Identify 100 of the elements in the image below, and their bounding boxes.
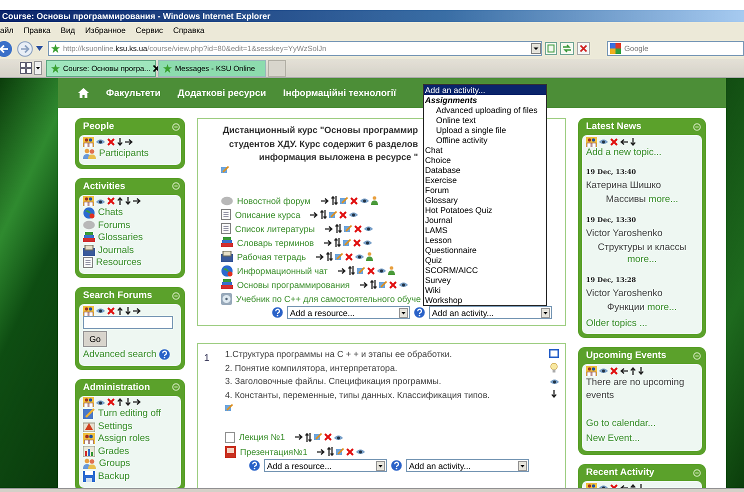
menu-item[interactable]: айл	[0, 26, 14, 34]
delete-icon[interactable]	[352, 238, 361, 247]
dropdown-option[interactable]: Lesson	[424, 235, 546, 245]
delete-icon[interactable]	[346, 448, 354, 456]
eye-icon[interactable]	[362, 239, 372, 246]
edit-icon[interactable]	[225, 404, 233, 412]
eye-icon[interactable]	[356, 448, 366, 456]
dropdown-option[interactable]: LAMS	[424, 225, 546, 235]
arrow-right-icon[interactable]	[295, 433, 304, 442]
block-link[interactable]: Grades	[98, 446, 130, 457]
delete-icon[interactable]	[107, 398, 115, 406]
arrow-right-icon[interactable]	[324, 224, 333, 233]
move-icon[interactable]	[305, 432, 312, 442]
figures-icon[interactable]	[83, 397, 94, 407]
resource-select[interactable]: Add a resource...	[287, 306, 410, 319]
dropdown-option[interactable]: Advanced uploading of files	[424, 105, 546, 115]
advanced-search-link[interactable]: Advanced search	[83, 348, 156, 360]
arrow-down-icon[interactable]	[125, 398, 131, 406]
arrow-down-icon[interactable]	[551, 390, 557, 398]
delete-icon[interactable]	[388, 280, 397, 289]
block-link[interactable]: Participants	[99, 148, 149, 159]
figures-icon[interactable]	[586, 136, 597, 146]
delete-icon[interactable]	[354, 224, 362, 233]
activity-link[interactable]: Рабочая тетрадь	[237, 252, 306, 262]
arrow-right-icon[interactable]	[338, 266, 346, 275]
quick-tabs-icon[interactable]	[20, 62, 32, 74]
arrow-left-icon[interactable]	[620, 366, 628, 374]
home-icon[interactable]	[78, 88, 89, 98]
events-link[interactable]: New Event...	[586, 431, 698, 446]
dropdown-option[interactable]: Forum	[424, 185, 546, 195]
activity-link[interactable]: Список литературы	[235, 224, 315, 234]
menu-item[interactable]: Правка	[24, 26, 51, 34]
arrow-right-icon[interactable]	[133, 398, 141, 406]
block-link[interactable]: Chats	[98, 207, 123, 218]
menu-item[interactable]: Справка	[173, 26, 204, 34]
events-link[interactable]: Go to calendar...	[586, 416, 698, 431]
eye-icon[interactable]	[96, 307, 105, 314]
menu-item[interactable]: Избранное	[85, 26, 126, 34]
block-link[interactable]: Turn editing off	[98, 408, 161, 420]
more-link[interactable]: more...	[627, 254, 657, 265]
caret-icon[interactable]	[34, 61, 42, 75]
arrow-down-icon[interactable]	[117, 138, 123, 146]
stop-icon[interactable]	[577, 42, 590, 55]
eye-icon[interactable]	[96, 138, 105, 145]
menu-item[interactable]: Вид	[60, 26, 76, 34]
delete-icon[interactable]	[107, 138, 115, 146]
move-icon[interactable]	[370, 280, 377, 290]
resource-select[interactable]: Add a resource...	[264, 459, 387, 472]
block-link[interactable]: Groups	[99, 458, 130, 470]
nav-link[interactable]: Факультети	[106, 88, 161, 98]
block-link[interactable]: Settings	[98, 420, 132, 432]
help-icon[interactable]	[391, 460, 402, 471]
figures-icon[interactable]	[83, 136, 94, 146]
move-icon[interactable]	[326, 252, 333, 262]
move-icon[interactable]	[330, 196, 338, 206]
nav-link[interactable]: Інформаційні технології	[283, 88, 396, 98]
move-icon[interactable]	[320, 210, 328, 220]
figures-icon[interactable]	[83, 306, 94, 316]
activity-link[interactable]: Словарь терминов	[237, 238, 314, 248]
eye-icon[interactable]	[354, 253, 364, 260]
dropdown-option[interactable]: Chat	[424, 145, 546, 155]
arrow-right-icon[interactable]	[310, 210, 318, 219]
dropdown-option[interactable]: Hot Potatoes Quiz	[424, 205, 546, 215]
eye-icon[interactable]	[398, 281, 408, 288]
block-link[interactable]: Backup	[98, 470, 130, 482]
dropdown-option[interactable]: Journal	[424, 215, 546, 225]
dropdown-option[interactable]: Survey	[424, 275, 546, 285]
more-link[interactable]: more...	[648, 194, 678, 205]
arrow-up-icon[interactable]	[630, 366, 636, 374]
dropdown-option[interactable]: Glossary	[424, 195, 546, 205]
help-icon[interactable]	[249, 460, 260, 471]
arrow-up-icon[interactable]	[117, 398, 123, 406]
figures-icon[interactable]	[586, 366, 597, 376]
dropdown-option[interactable]: Exercise	[424, 175, 546, 185]
activity-select[interactable]: Add an activity...	[406, 459, 529, 472]
arrow-right-icon[interactable]	[324, 238, 332, 247]
arrow-down-icon[interactable]	[125, 306, 131, 314]
delete-icon[interactable]	[344, 252, 353, 261]
eye-icon[interactable]	[334, 434, 344, 441]
activity-link[interactable]: Презентация№1	[240, 446, 308, 457]
delete-icon[interactable]	[610, 138, 618, 146]
arrow-right-icon[interactable]	[320, 196, 329, 205]
caret-icon[interactable]	[36, 46, 43, 51]
eye-icon[interactable]	[364, 225, 373, 232]
dropdown-option[interactable]: Database	[424, 165, 546, 175]
activity-link[interactable]: Учебник по С++ для самостоятельного обуче	[236, 294, 421, 304]
arrow-right-icon[interactable]	[360, 280, 368, 289]
arrow-right-icon[interactable]	[133, 306, 141, 314]
arrow-up-icon[interactable]	[117, 197, 123, 205]
arrow-right-icon[interactable]	[316, 252, 324, 261]
older-topics-link[interactable]: Older topics ...	[586, 318, 698, 329]
eye-icon[interactable]	[599, 367, 608, 374]
arrow-down-icon[interactable]	[638, 366, 644, 374]
close-icon[interactable]	[153, 65, 160, 72]
activity-link[interactable]: Описание курса	[235, 210, 300, 220]
delete-icon[interactable]	[610, 366, 618, 374]
delete-icon[interactable]	[350, 196, 358, 205]
delete-icon[interactable]	[339, 210, 348, 219]
delete-icon[interactable]	[107, 197, 115, 205]
activity-link[interactable]: Информационный чат	[237, 266, 328, 276]
